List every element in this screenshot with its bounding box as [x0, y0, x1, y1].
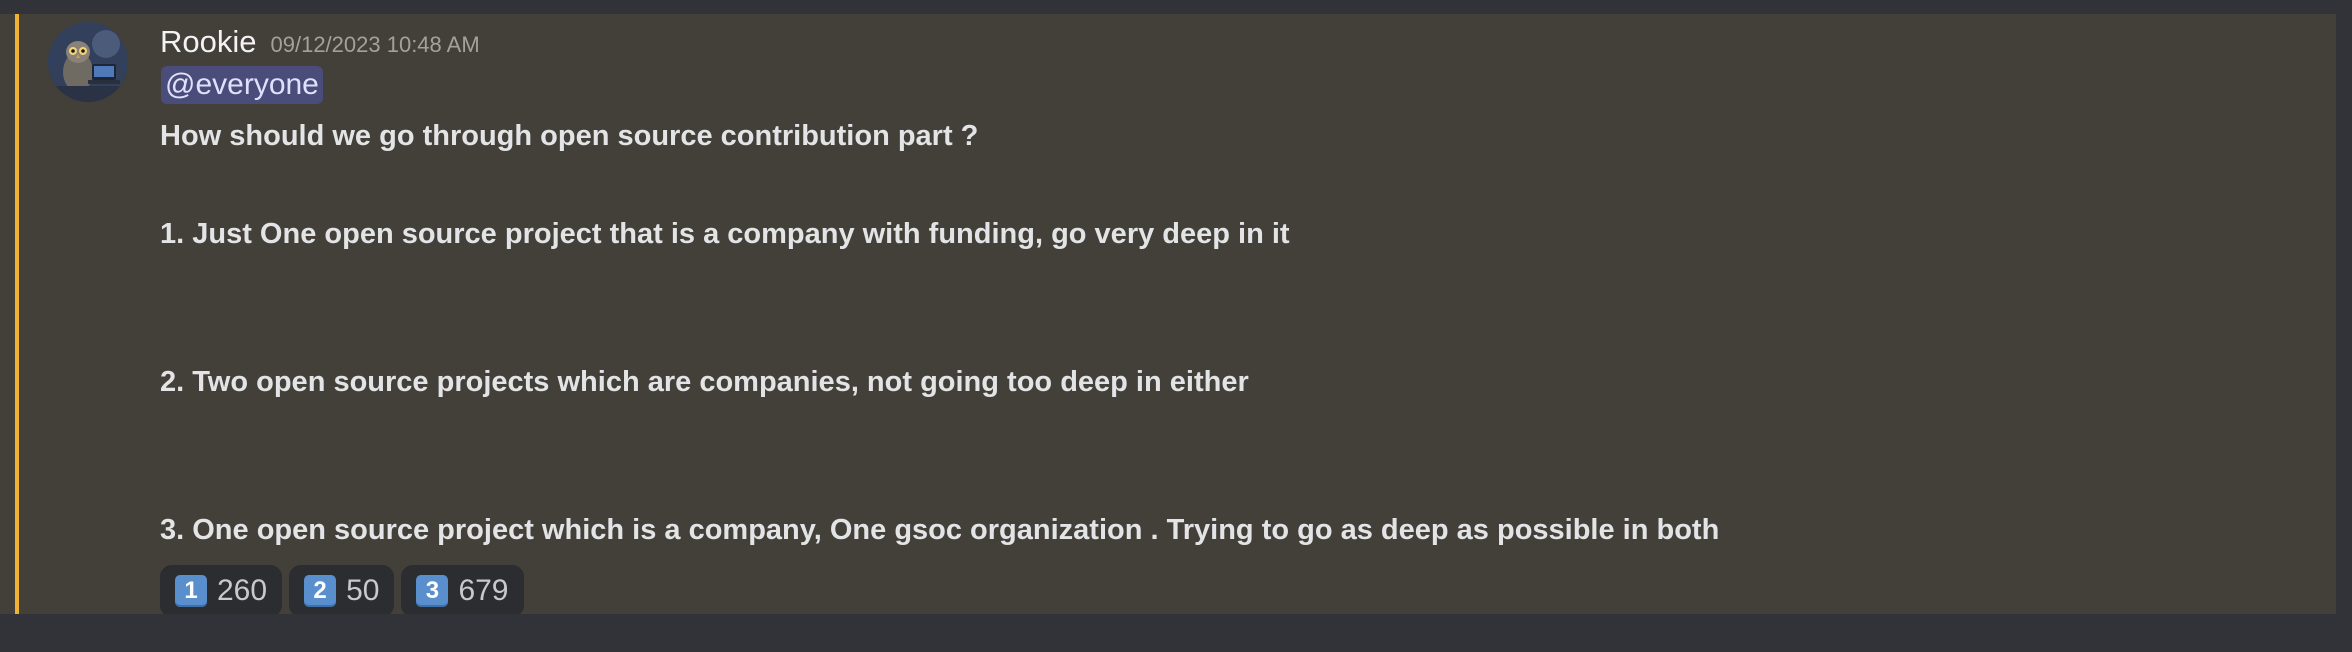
message-line-option-1: 1. Just One open source project that is … [160, 218, 1290, 250]
message-line-option-2: 2. Two open source projects which are co… [160, 366, 1249, 398]
keycap-2-icon: 2 [304, 575, 337, 607]
reaction-3[interactable]: 3 679 [401, 565, 524, 617]
avatar[interactable] [48, 22, 128, 102]
reaction-2[interactable]: 2 50 [289, 565, 395, 617]
message-header: Rookie 09/12/2023 10:48 AM [160, 24, 2296, 64]
reactions-bar: 1 260 2 50 3 679 [160, 565, 524, 617]
chat-background-strip [0, 614, 2352, 652]
message-line-option-3: 3. One open source project which is a co… [160, 514, 1720, 546]
owl-avatar-icon [48, 22, 128, 102]
message-line-question: How should we go through open source con… [160, 120, 979, 152]
timestamp[interactable]: 09/12/2023 10:48 AM [271, 32, 480, 58]
keycap-1-icon: 1 [175, 575, 207, 607]
reaction-count: 679 [458, 574, 509, 607]
reaction-count: 260 [217, 574, 268, 607]
mention-highlight-bar [15, 14, 19, 614]
keycap-3-icon: 3 [416, 575, 449, 607]
username[interactable]: Rookie [160, 24, 257, 60]
reaction-1[interactable]: 1 260 [160, 565, 283, 617]
reaction-count: 50 [346, 574, 380, 607]
message-item[interactable]: Rookie 09/12/2023 10:48 AM @everyone How… [0, 14, 2336, 617]
everyone-mention[interactable]: @everyone [161, 66, 323, 104]
message-content: Rookie 09/12/2023 10:48 AM @everyone How… [160, 24, 2296, 617]
